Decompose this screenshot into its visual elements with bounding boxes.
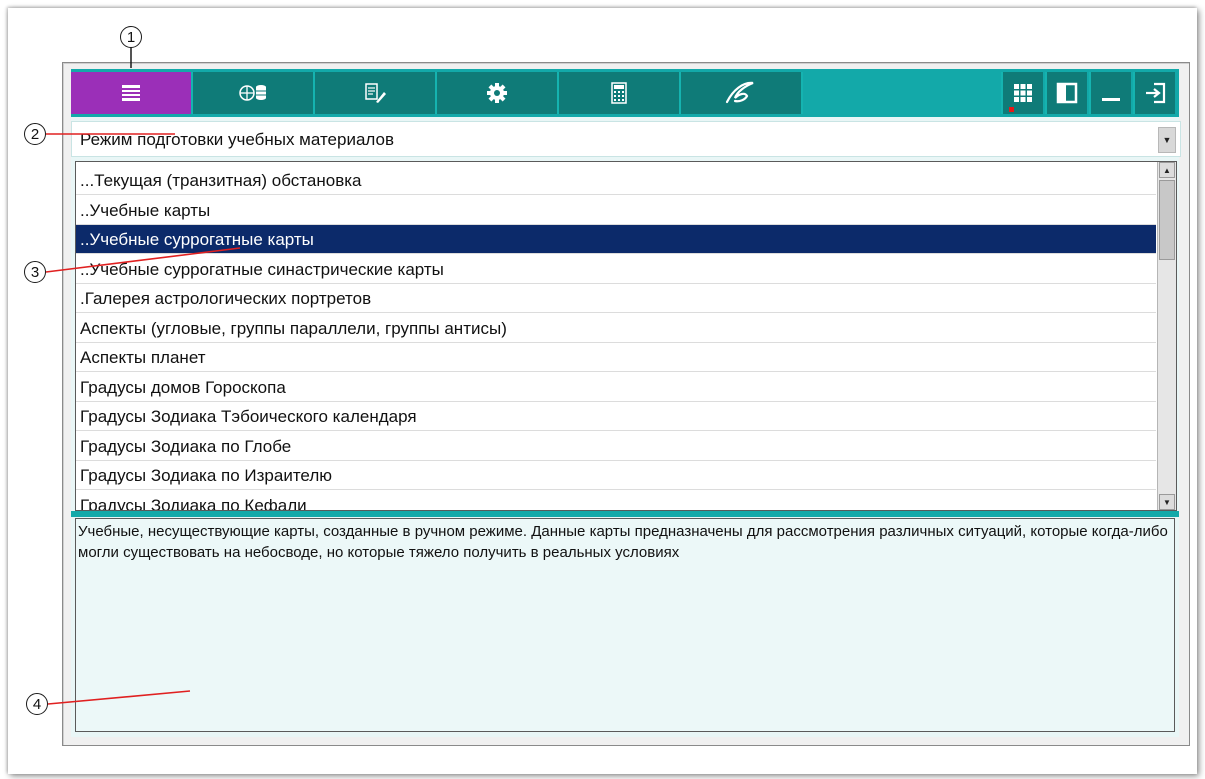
tab-settings[interactable] xyxy=(437,72,559,114)
mode-dropdown-button[interactable]: ▼ xyxy=(1158,127,1176,153)
list-item[interactable]: Градусы Зодиака по Глобе xyxy=(76,432,1156,461)
grid-button[interactable] xyxy=(1001,72,1043,114)
tab-book-edit[interactable] xyxy=(315,72,437,114)
notification-dot xyxy=(1009,107,1014,112)
tab-calculator[interactable] xyxy=(559,72,681,114)
list-item[interactable]: Градусы Зодиака Тэбоического календаря xyxy=(76,402,1156,431)
mode-select[interactable]: Режим подготовки учебных материалов ▼ xyxy=(71,121,1181,157)
chevron-down-icon: ▼ xyxy=(1162,135,1172,145)
scroll-down-button[interactable]: ▼ xyxy=(1159,494,1175,510)
list-icon xyxy=(122,85,140,101)
list-item[interactable]: ...Текущая (транзитная) обстановка xyxy=(76,166,1156,195)
tab-globe-database[interactable] xyxy=(193,72,315,114)
scroll-up-button[interactable]: ▲ xyxy=(1159,162,1175,178)
book-edit-icon xyxy=(365,83,386,103)
minimize-button[interactable] xyxy=(1089,72,1131,114)
tab-signature[interactable] xyxy=(681,72,803,114)
list-item[interactable]: Аспекты (угловые, группы параллели, груп… xyxy=(76,314,1156,343)
list-item[interactable]: Аспекты планет xyxy=(76,343,1156,372)
list-item[interactable]: Градусы Зодиака по Израителю xyxy=(76,461,1156,490)
callout-4: 4 xyxy=(26,693,48,715)
panel-toggle-button[interactable] xyxy=(1045,72,1087,114)
callout-2: 2 xyxy=(24,123,46,145)
toolbar xyxy=(71,69,1179,117)
list-item[interactable]: ..Учебные суррогатные карты xyxy=(76,225,1156,254)
signature-icon xyxy=(725,81,754,104)
callout-3: 3 xyxy=(24,261,46,283)
panel-icon xyxy=(1056,82,1078,104)
globe-database-icon xyxy=(239,85,266,101)
list-item[interactable]: ..Учебные карты xyxy=(76,196,1156,225)
calculator-icon xyxy=(611,82,627,104)
grid-icon xyxy=(1014,84,1032,102)
list-item[interactable]: Градусы домов Гороскопа xyxy=(76,373,1156,402)
mode-select-value: Режим подготовки учебных материалов xyxy=(80,130,394,149)
callout-1: 1 xyxy=(120,26,142,48)
list-item[interactable]: .Галерея астрологических портретов xyxy=(76,284,1156,313)
gear-icon xyxy=(487,83,507,103)
arrow-down-icon: ▼ xyxy=(1163,497,1171,507)
tab-list[interactable] xyxy=(71,72,193,114)
description-text: Учебные, несуществующие карты, созданные… xyxy=(78,523,1168,561)
panel-splitter[interactable] xyxy=(71,511,1179,517)
app-window: Режим подготовки учебных материалов ▼ ..… xyxy=(62,62,1190,746)
list-item[interactable]: Градусы Зодиака по Кефали xyxy=(76,491,1156,511)
section-list: ...Текущая (транзитная) обстановка ..Учеб… xyxy=(75,161,1177,511)
exit-button[interactable] xyxy=(1133,72,1175,114)
app-content: Режим подготовки учебных материалов ▼ ..… xyxy=(71,69,1181,737)
exit-icon xyxy=(1146,82,1166,104)
list-item[interactable]: ..Учебные суррогатные синастрические кар… xyxy=(76,255,1156,284)
scroll-thumb[interactable] xyxy=(1159,180,1175,260)
list-scrollbar[interactable]: ▲ ▼ xyxy=(1157,162,1176,510)
description-panel: Учебные, несуществующие карты, созданные… xyxy=(75,518,1175,732)
minimize-icon xyxy=(1102,98,1120,101)
arrow-up-icon: ▲ xyxy=(1163,165,1171,175)
